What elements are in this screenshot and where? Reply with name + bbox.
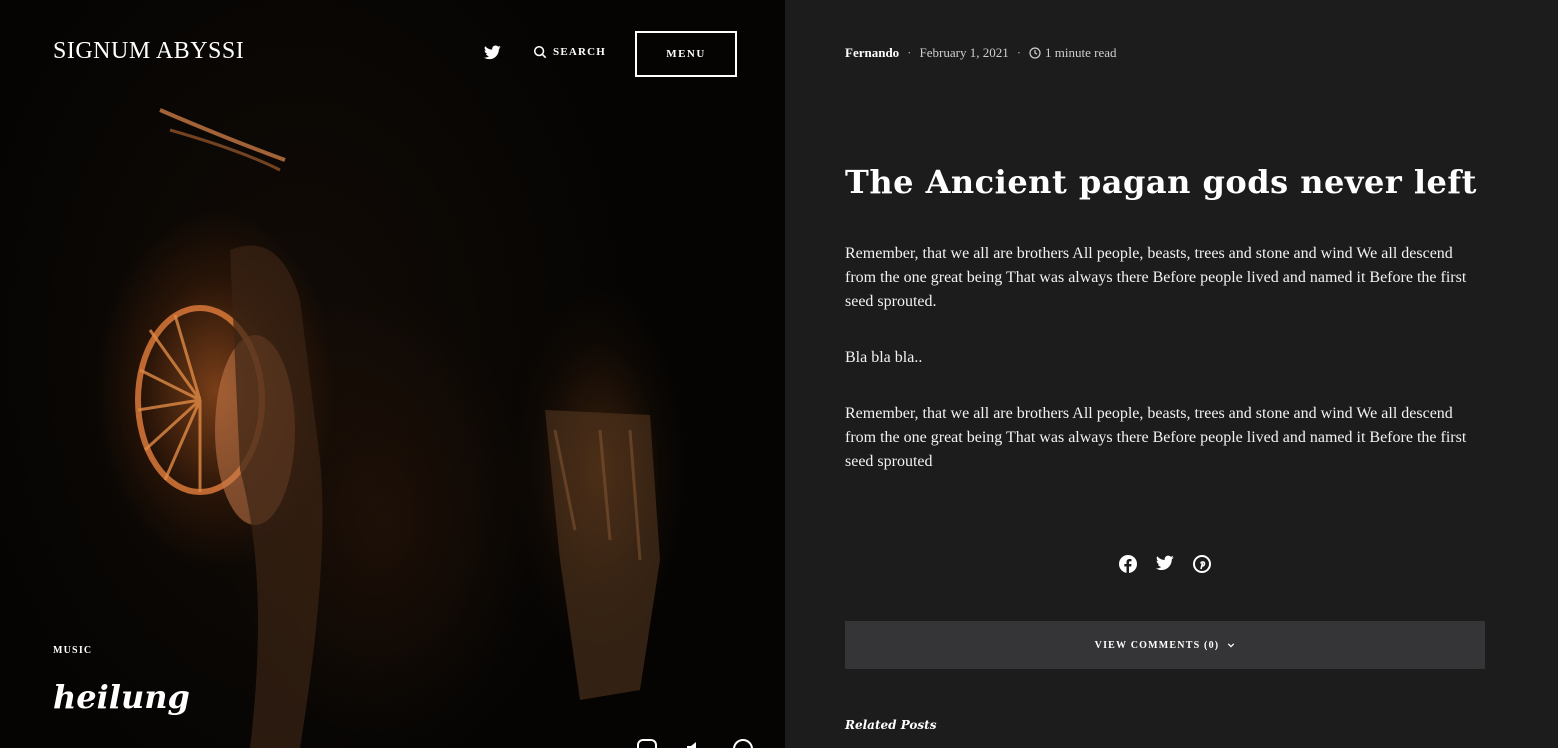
meta-separator: · (1016, 45, 1022, 60)
article-title: The Ancient pagan gods never left (845, 163, 1477, 201)
category-label[interactable]: MUSIC (53, 645, 92, 656)
search-icon (533, 45, 547, 59)
post-meta: Fernando · February 1, 2021 · 1 minute r… (845, 45, 1117, 61)
hero-icons (636, 738, 754, 748)
clock-icon (1029, 47, 1041, 59)
share-buttons (1119, 555, 1211, 573)
view-comments-label: VIEW COMMENTS (0) (1094, 639, 1220, 651)
article-paragraph: Remember, that we all are brothers All p… (845, 405, 1467, 470)
read-time: 1 minute read (1045, 45, 1117, 60)
article-paragraph: Remember, that we all are brothers All p… (845, 245, 1467, 310)
hero-artwork (135, 108, 660, 748)
volume-icon[interactable] (684, 738, 706, 748)
post-date: February 1, 2021 (919, 45, 1009, 60)
instagram-icon[interactable] (636, 738, 658, 748)
author-link[interactable]: Fernando (845, 45, 899, 61)
search-button[interactable]: SEARCH (533, 45, 606, 59)
search-label: SEARCH (553, 46, 607, 58)
hero-title: heilung (53, 678, 190, 716)
facebook-icon[interactable] (1119, 555, 1137, 573)
view-comments-button[interactable]: VIEW COMMENTS (0) (845, 621, 1485, 669)
hero-image: SIGNUM ABYSSI SEARCH MENU MUSIC heilung (0, 0, 785, 748)
twitter-icon[interactable] (1155, 555, 1174, 573)
twitter-icon[interactable] (483, 45, 501, 60)
related-posts-heading: Related Posts (845, 718, 937, 732)
site-title[interactable]: SIGNUM ABYSSI (53, 38, 244, 65)
pinterest-icon[interactable] (1193, 555, 1211, 573)
meta-separator: · (907, 45, 912, 60)
menu-button[interactable]: MENU (635, 31, 737, 77)
play-icon[interactable] (732, 738, 754, 748)
chevron-down-icon (1228, 643, 1235, 648)
article-paragraph: Bla bla bla.. (845, 349, 923, 366)
